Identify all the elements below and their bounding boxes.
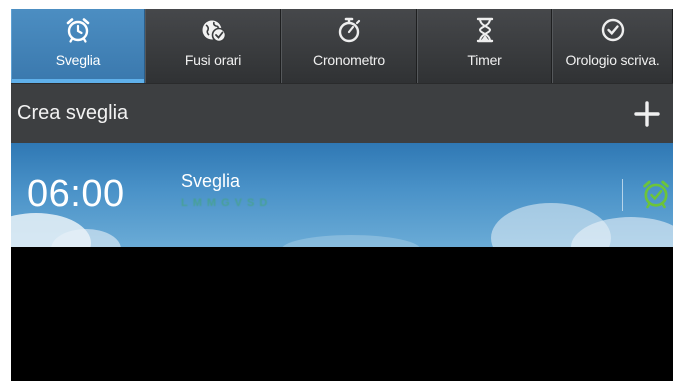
alarm-divider: [622, 179, 623, 211]
add-alarm-button[interactable]: [627, 94, 667, 134]
tab-bar: Sveglia Fusi orari Cronometro Timer Orol…: [11, 9, 673, 83]
world-clock-icon: [202, 20, 227, 43]
alarm-day: M: [192, 197, 202, 209]
alarm-day: G: [221, 197, 230, 209]
alarm-time: 06:00: [27, 173, 125, 215]
cloud-decoration: [281, 235, 421, 247]
alarm-name: Sveglia: [181, 171, 241, 191]
tab-stopwatch[interactable]: Cronometro: [281, 9, 417, 83]
alarm-item[interactable]: 06:00 Sveglia L M M G V S D: [11, 143, 673, 247]
tab-alarm-label: Sveglia: [55, 52, 101, 68]
desk-clock-icon: [601, 18, 624, 42]
tab-stopwatch-label: Cronometro: [313, 52, 385, 68]
hourglass-icon: [476, 17, 493, 43]
create-alarm-title: Crea sveglia: [17, 102, 129, 124]
stopwatch-icon: [338, 17, 361, 43]
create-alarm-row[interactable]: Crea sveglia: [11, 83, 673, 143]
tab-world-clock-label: Fusi orari: [184, 52, 242, 68]
tab-alarm[interactable]: Sveglia: [11, 9, 145, 83]
alarm-day: L: [181, 197, 188, 209]
alarm-day: M: [206, 197, 217, 209]
alarm-day: D: [259, 197, 268, 209]
tab-desk-clock-label: Orologio scriva.: [565, 52, 660, 68]
tab-timer-label: Timer: [467, 52, 502, 68]
plus-icon: [634, 100, 660, 127]
alarm-day: S: [246, 197, 255, 209]
clock-app-screen: Sveglia Fusi orari Cronometro Timer Orol…: [11, 9, 673, 381]
alarm-day: V: [234, 197, 242, 209]
tab-timer[interactable]: Timer: [417, 9, 552, 83]
tab-world-clock[interactable]: Fusi orari: [145, 9, 281, 83]
tab-desk-clock[interactable]: Orologio scriva.: [552, 9, 673, 83]
alarm-clock-icon: [66, 18, 90, 43]
alarm-days: L M M G V S D: [181, 197, 267, 209]
alarm-toggle-button[interactable]: [639, 177, 673, 211]
alarm-clock-icon: [643, 180, 669, 209]
